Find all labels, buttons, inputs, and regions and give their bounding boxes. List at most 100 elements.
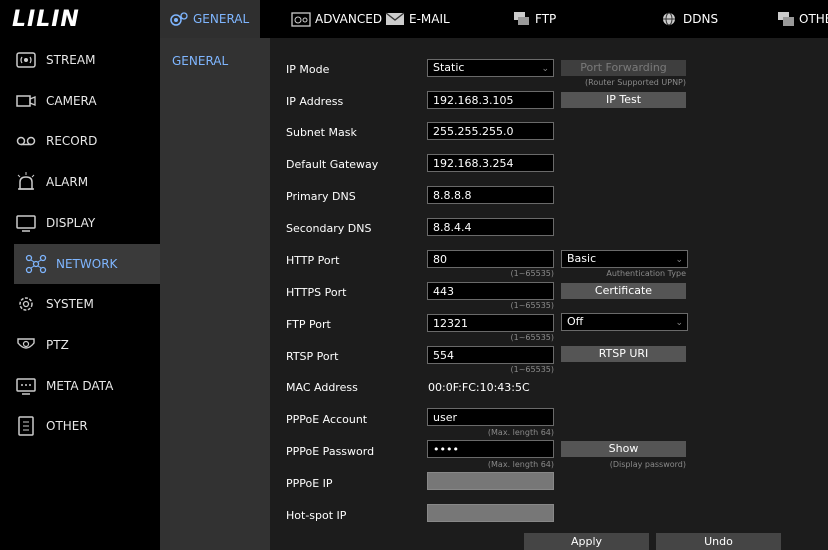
mac-address-label: MAC Address (286, 381, 358, 394)
network-icon (24, 253, 48, 275)
record-icon (14, 130, 38, 152)
display-icon (14, 212, 38, 234)
logo-text: LILIN (12, 6, 80, 32)
tab-label: GENERAL (193, 12, 250, 26)
tab-other[interactable]: OTHE (768, 0, 828, 38)
email-icon (384, 10, 406, 28)
port-forwarding-button[interactable]: Port Forwarding (561, 60, 686, 76)
sidebar-item-label: PTZ (46, 338, 69, 352)
rtsp-port-label: RTSP Port (286, 350, 339, 363)
pppoe-password-hint: (Max. length 64) (487, 460, 554, 469)
https-port-label: HTTPS Port (286, 286, 347, 299)
ip-address-label: IP Address (286, 95, 344, 108)
chevron-down-icon: ⌄ (675, 255, 683, 265)
rtsp-uri-button[interactable]: RTSP URI (561, 346, 686, 362)
show-password-button[interactable]: Show (561, 441, 686, 457)
tab-bar: GENERAL ADVANCED E-MAIL FTP DDNS OTHE (160, 0, 828, 38)
tab-label: DDNS (683, 12, 719, 26)
sidebar-item-network[interactable]: NETWORK (14, 244, 160, 284)
sidebar-item-system[interactable]: SYSTEM (0, 284, 160, 324)
stream-icon (14, 49, 38, 71)
chevron-down-icon: ⌄ (675, 318, 683, 328)
sidebar-item-label: ALARM (46, 175, 89, 189)
sidebar-item-label: DISPLAY (46, 216, 96, 230)
ip-address-input[interactable] (427, 91, 554, 109)
https-port-input[interactable] (427, 282, 554, 300)
pppoe-ip-input[interactable] (427, 472, 554, 490)
mac-address-value: 00:0F:FC:10:43:5C (428, 381, 530, 394)
subnet-mask-label: Subnet Mask (286, 126, 357, 139)
ftp-port-hint: (1~65535) (510, 333, 554, 342)
subnav-item-general[interactable]: GENERAL (172, 54, 228, 68)
primary-dns-label: Primary DNS (286, 190, 356, 203)
sidebar-item-label: CAMERA (46, 94, 97, 108)
pppoe-password-label: PPPoE Password (286, 445, 375, 458)
sidebar-item-label: META DATA (46, 379, 114, 393)
undo-button[interactable]: Undo (656, 533, 781, 550)
tab-ddns[interactable]: DDNS (650, 0, 740, 38)
ip-mode-select[interactable]: Static ⌄ (427, 59, 554, 77)
ip-mode-label: IP Mode (286, 63, 330, 76)
show-password-hint: (Display password) (609, 460, 686, 469)
ftp-port-label: FTP Port (286, 318, 331, 331)
sidebar-item-label: SYSTEM (46, 297, 94, 311)
authentication-type-select[interactable]: Basic ⌄ (561, 250, 688, 268)
secondary-dns-input[interactable] (427, 218, 554, 236)
system-icon (14, 293, 38, 315)
sidebar-item-label: OTHER (46, 419, 88, 433)
ip-test-button[interactable]: IP Test (561, 92, 686, 108)
http-port-input[interactable] (427, 250, 554, 268)
sidebar-item-other[interactable]: OTHER (0, 406, 160, 446)
ftp-icon (510, 10, 532, 28)
other-icon (14, 415, 38, 437)
other-tab-icon (776, 10, 796, 28)
sidebar-item-camera[interactable]: CAMERA (0, 81, 160, 121)
sub-navigation: GENERAL (160, 38, 270, 550)
default-gateway-input[interactable] (427, 154, 554, 172)
tab-label: FTP (535, 12, 557, 26)
sidebar-item-alarm[interactable]: ALARM (0, 162, 160, 202)
certificate-button[interactable]: Certificate (561, 283, 686, 299)
tab-label: ADVANCED (315, 12, 383, 26)
primary-dns-input[interactable] (427, 186, 554, 204)
secondary-dns-label: Secondary DNS (286, 222, 372, 235)
rtsp-port-hint: (1~65535) (510, 365, 554, 374)
pppoe-password-input[interactable] (427, 440, 554, 458)
ftp-port-input[interactable] (427, 314, 554, 332)
sidebar-item-record[interactable]: RECORD (0, 121, 160, 161)
advanced-icon (290, 10, 312, 28)
lilin-logo: LILIN (0, 0, 160, 38)
ddns-icon (658, 10, 680, 28)
tab-email[interactable]: E-MAIL (376, 0, 476, 38)
authentication-type-value: Basic (567, 252, 597, 265)
pppoe-account-input[interactable] (427, 408, 554, 426)
https-port-hint: (1~65535) (510, 301, 554, 310)
ip-mode-value: Static (433, 61, 465, 74)
ftp-state-value: Off (567, 315, 584, 328)
sidebar-item-label: RECORD (46, 134, 98, 148)
apply-button[interactable]: Apply (524, 533, 649, 550)
pppoe-ip-label: PPPoE IP (286, 477, 333, 490)
general-icon (168, 10, 190, 28)
ftp-state-select[interactable]: Off ⌄ (561, 313, 688, 331)
chevron-down-icon: ⌄ (541, 64, 549, 74)
subnet-mask-input[interactable] (427, 122, 554, 140)
network-general-form: IP Mode Static ⌄ Port Forwarding (Router… (270, 38, 828, 550)
pppoe-account-label: PPPoE Account (286, 413, 368, 426)
http-port-hint: (1~65535) (510, 269, 554, 278)
tab-general[interactable]: GENERAL (160, 0, 260, 38)
port-forwarding-hint: (Router Supported UPNP) (585, 78, 686, 87)
tab-label: E-MAIL (409, 12, 450, 26)
sidebar-item-stream[interactable]: STREAM (0, 40, 160, 80)
tab-ftp[interactable]: FTP (502, 0, 582, 38)
sidebar-item-meta-data[interactable]: META DATA (0, 366, 160, 406)
ptz-icon (14, 334, 38, 356)
alarm-icon (14, 171, 38, 193)
sidebar-item-ptz[interactable]: PTZ (0, 325, 160, 365)
sidebar-item-label: STREAM (46, 53, 96, 67)
hotspot-ip-input[interactable] (427, 504, 554, 522)
rtsp-port-input[interactable] (427, 346, 554, 364)
default-gateway-label: Default Gateway (286, 158, 379, 171)
sidebar-item-label: NETWORK (56, 257, 118, 271)
sidebar-item-display[interactable]: DISPLAY (0, 203, 160, 243)
